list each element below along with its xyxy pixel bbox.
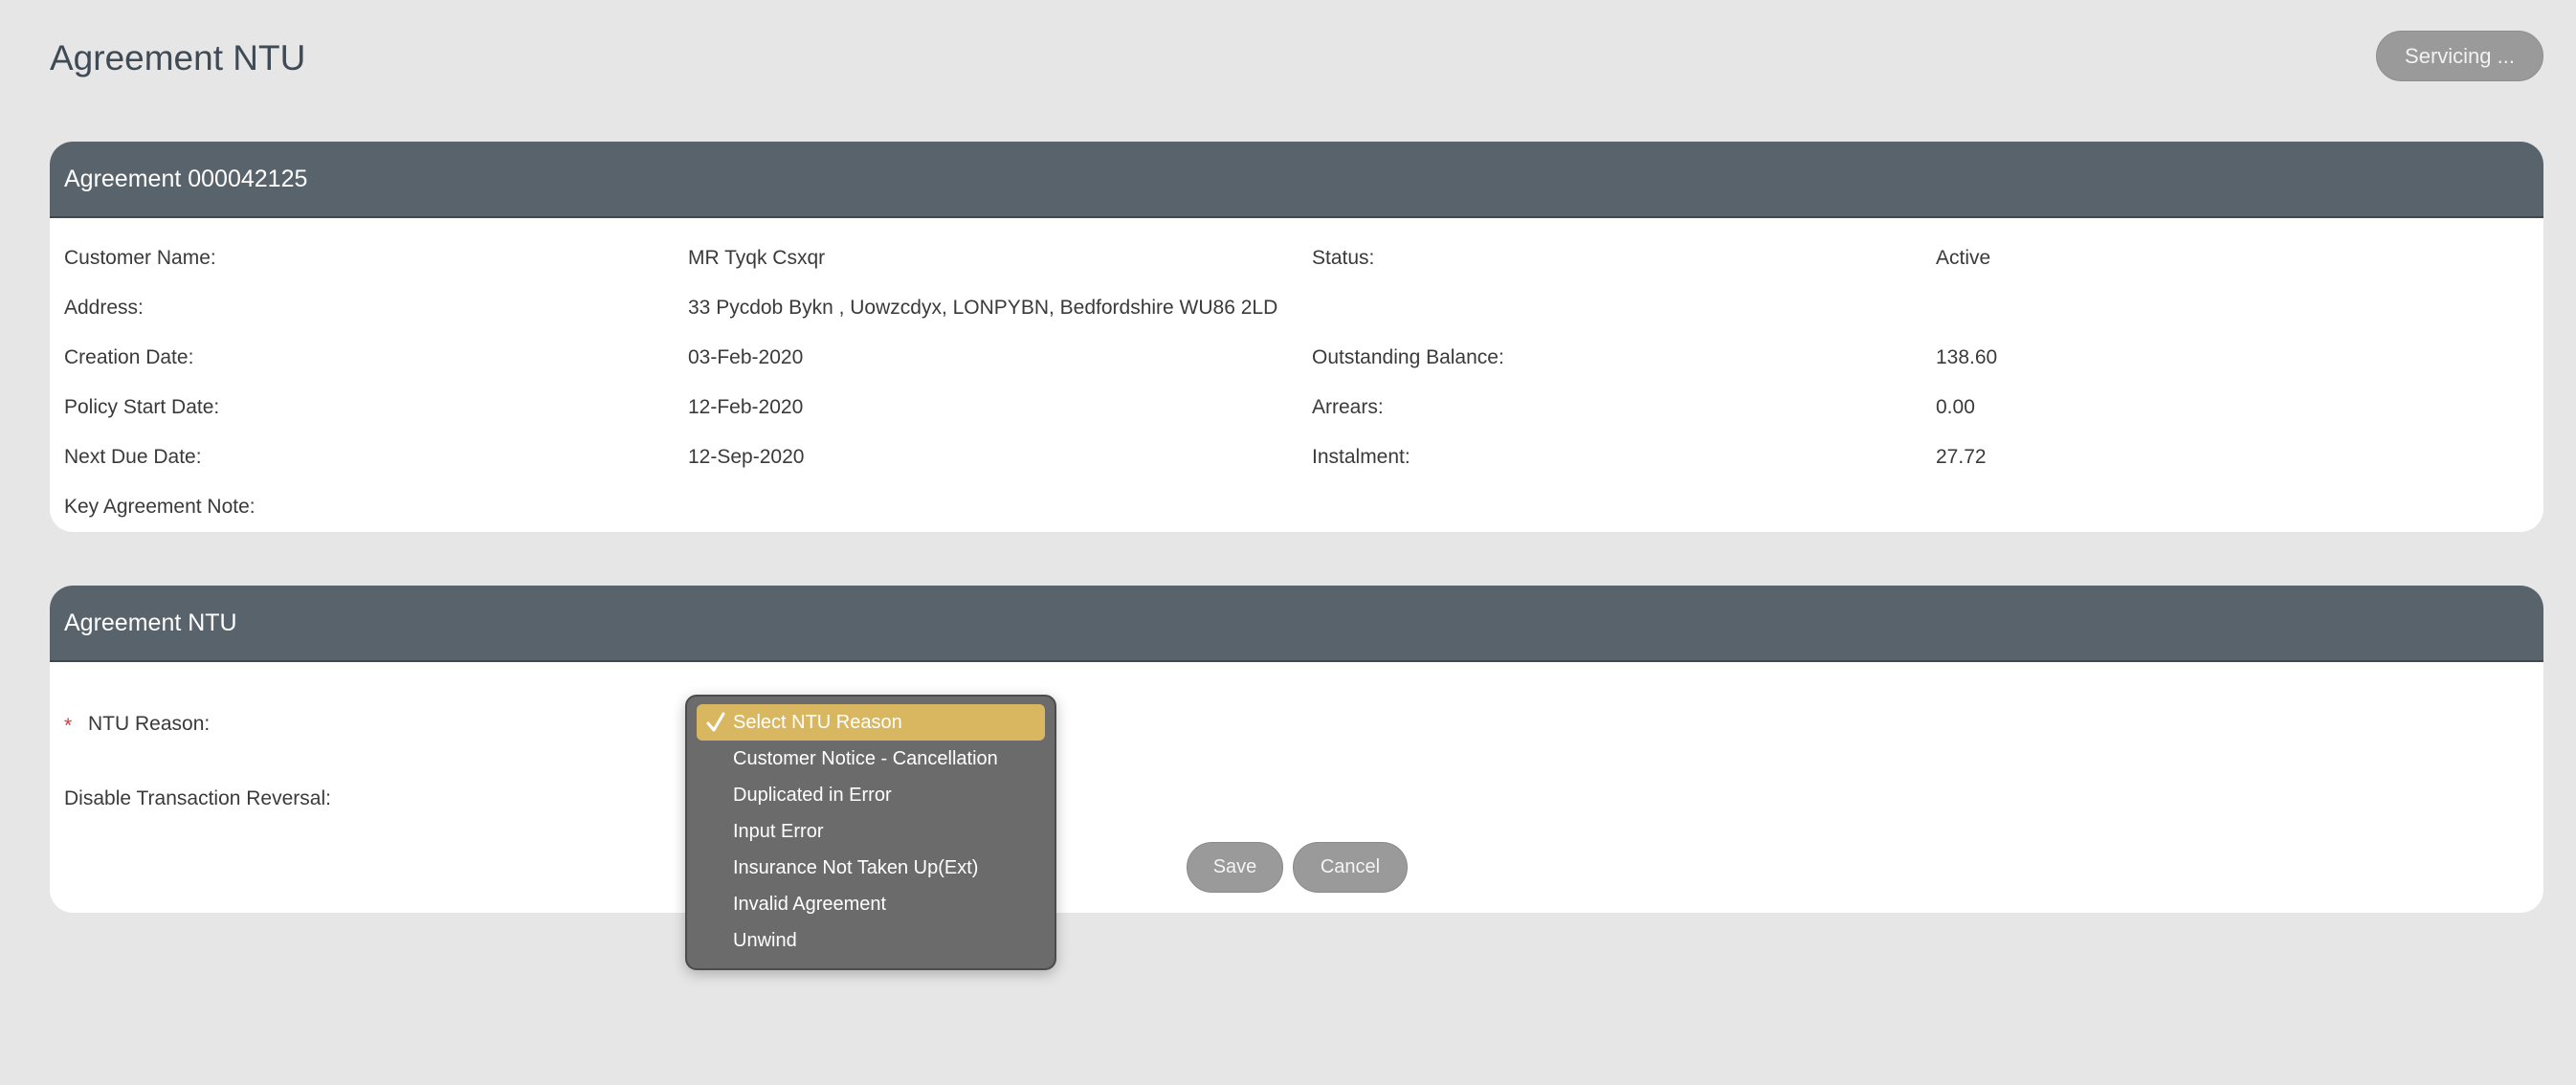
ntu-option-label: Customer Notice - Cancellation [733, 747, 998, 769]
checkmark-icon [706, 712, 725, 732]
ntu-option-insurance-not-taken-up[interactable]: Insurance Not Taken Up(Ext) [697, 850, 1045, 886]
agreement-details-card: Agreement 000042125 Customer Name: MR Ty… [50, 142, 2543, 532]
ntu-option-label: Input Error [733, 820, 824, 842]
address-label: Address: [64, 297, 144, 319]
ntu-option-label: Duplicated in Error [733, 784, 892, 806]
ntu-option-label: Select NTU Reason [733, 711, 902, 733]
disable-transaction-reversal-label: Disable Transaction Reversal: [64, 787, 331, 809]
instalment-label: Instalment: [1312, 446, 1410, 468]
cancel-button[interactable]: Cancel [1293, 842, 1408, 893]
agreement-info-grid: Customer Name: MR Tyqk Csxqr Status: Act… [50, 218, 2543, 530]
ntu-option-customer-notice-cancellation[interactable]: Customer Notice - Cancellation [697, 741, 1045, 777]
ntu-reason-dropdown[interactable]: Select NTU Reason Customer Notice - Canc… [685, 695, 1056, 970]
customer-name-value: MR Tyqk Csxqr [688, 247, 826, 269]
ntu-reason-label: NTU Reason: [88, 713, 211, 735]
next-due-date-label: Next Due Date: [64, 446, 202, 468]
page: Agreement NTU Servicing ... Agreement 00… [0, 0, 2576, 1085]
ntu-option-duplicated-in-error[interactable]: Duplicated in Error [697, 777, 1045, 813]
ntu-option-label: Unwind [733, 929, 797, 951]
servicing-button[interactable]: Servicing ... [2376, 31, 2543, 81]
arrears-label: Arrears: [1312, 396, 1384, 418]
ntu-option-input-error[interactable]: Input Error [697, 813, 1045, 850]
customer-name-label: Customer Name: [64, 247, 216, 269]
page-title: Agreement NTU [50, 38, 306, 78]
address-value: 33 Pycdob Bykn , Uowzcdyx, LONPYBN, Bedf… [688, 297, 1278, 319]
status-value: Active [1936, 247, 1991, 269]
next-due-date-value: 12-Sep-2020 [688, 446, 805, 468]
instalment-value: 27.72 [1936, 446, 1987, 468]
creation-date-label: Creation Date: [64, 346, 194, 368]
creation-date-value: 03-Feb-2020 [688, 346, 804, 368]
key-agreement-note-label: Key Agreement Note: [64, 496, 255, 518]
ntu-option-invalid-agreement[interactable]: Invalid Agreement [697, 886, 1045, 922]
save-button[interactable]: Save [1187, 842, 1283, 893]
ntu-option-unwind[interactable]: Unwind [697, 922, 1045, 959]
ntu-option-label: Invalid Agreement [733, 893, 887, 915]
agreement-card-header: Agreement 000042125 [50, 142, 2543, 218]
outstanding-balance-label: Outstanding Balance: [1312, 346, 1504, 368]
status-label: Status: [1312, 247, 1375, 269]
required-marker: * [64, 715, 73, 737]
ntu-option-select-ntu-reason[interactable]: Select NTU Reason [697, 704, 1045, 741]
ntu-option-label: Insurance Not Taken Up(Ext) [733, 856, 979, 878]
ntu-card-header: Agreement NTU [50, 586, 2543, 662]
outstanding-balance-value: 138.60 [1936, 346, 1998, 368]
agreement-ntu-card: Agreement NTU * NTU Reason: Disable Tran… [50, 586, 2543, 913]
policy-start-date-label: Policy Start Date: [64, 396, 220, 418]
policy-start-date-value: 12-Feb-2020 [688, 396, 804, 418]
ntu-form: * NTU Reason: Disable Transaction Revers… [50, 662, 2543, 911]
arrears-value: 0.00 [1936, 396, 1975, 418]
